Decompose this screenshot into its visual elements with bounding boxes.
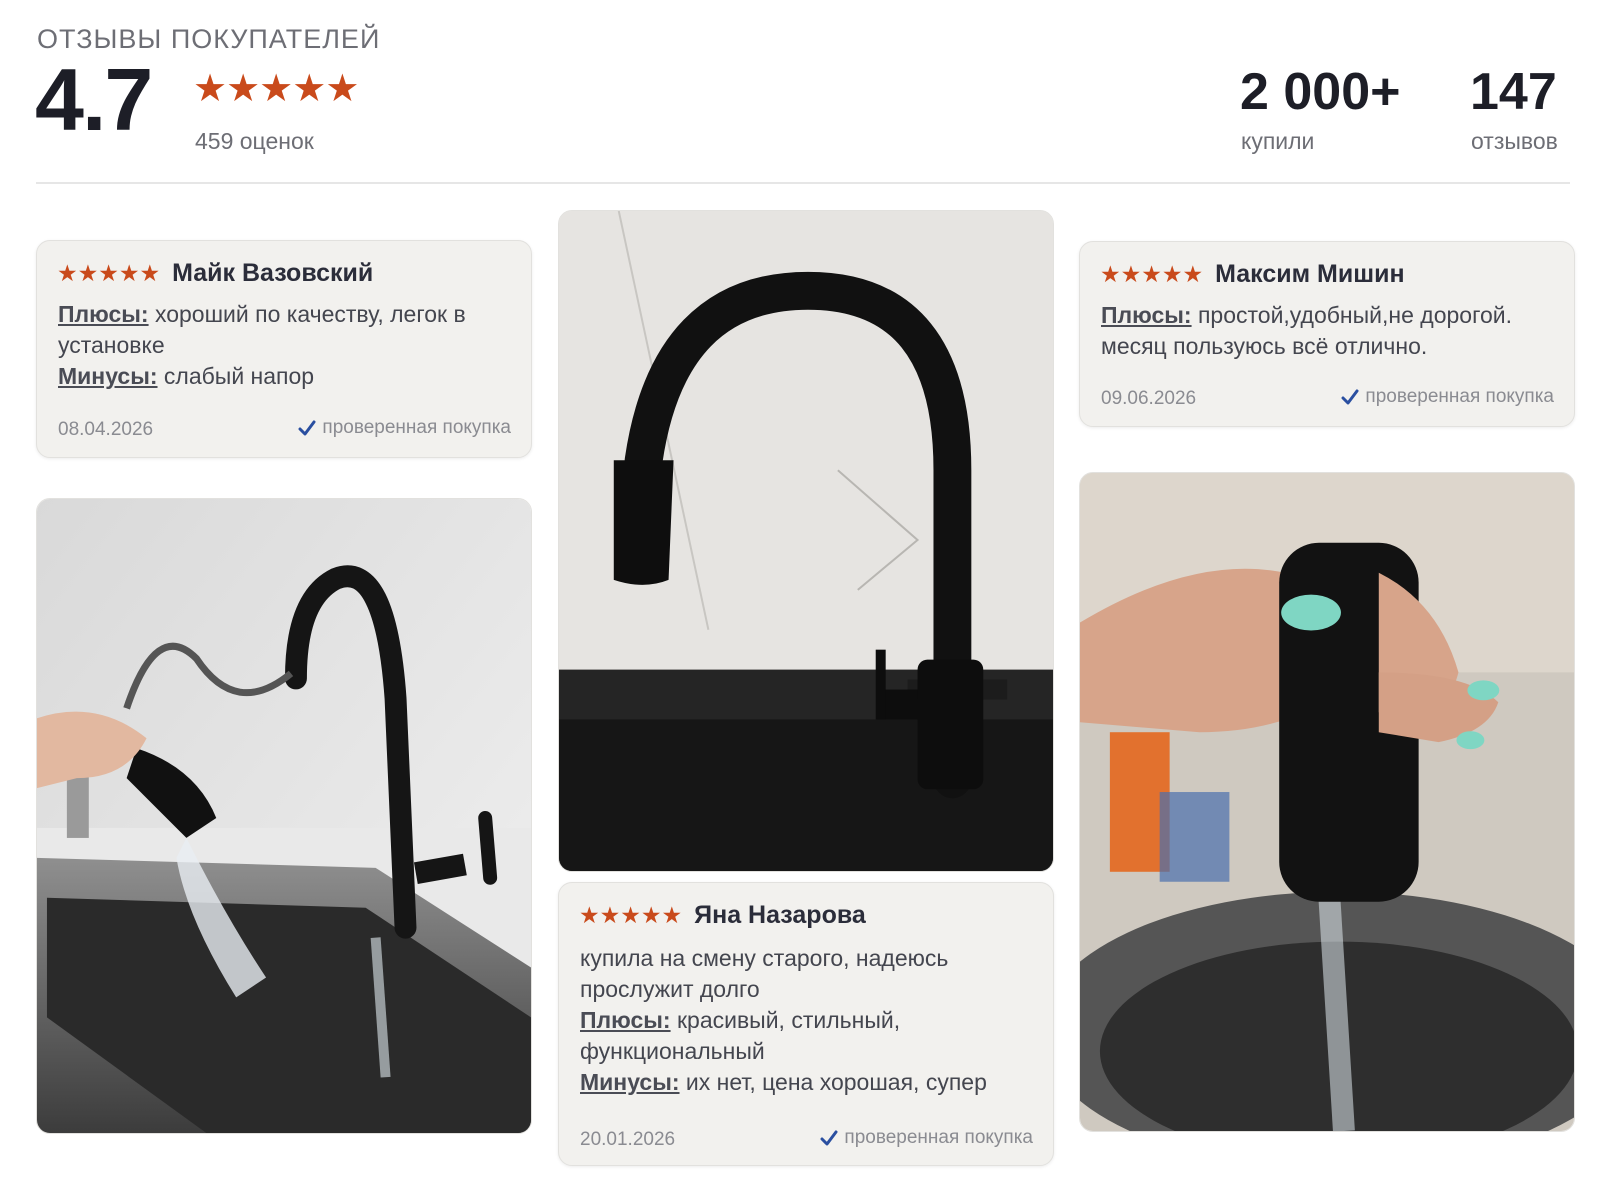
average-rating: 4.7 <box>35 50 153 149</box>
review-card[interactable]: ★ ★ ★ ★ ★ Яна Назарова купила на смену с… <box>558 882 1054 1166</box>
cons-label: Минусы: <box>580 1069 680 1095</box>
header-divider <box>36 182 1570 184</box>
star-icon: ★ <box>579 902 600 928</box>
review-card[interactable]: ★ ★ ★ ★ ★ Майк Вазовский Плюсы: хороший … <box>36 240 532 458</box>
star-icon: ★ <box>599 902 621 928</box>
star-icon: ★ <box>1120 261 1142 287</box>
review-date: 20.01.2026 <box>580 1129 676 1150</box>
check-icon <box>820 1130 838 1146</box>
star-icon: ★ <box>77 260 99 286</box>
review-photo-hand-spray[interactable] <box>1079 472 1575 1132</box>
cons-label: Минусы: <box>58 363 158 389</box>
star-icon: ★ <box>1141 261 1162 287</box>
star-icon: ★ <box>259 68 294 110</box>
pros-label: Плюсы: <box>58 301 149 327</box>
review-photo-faucet-sink[interactable] <box>36 498 532 1134</box>
black-faucet-installed-photo <box>559 211 1053 871</box>
bought-label: купили <box>1241 128 1315 154</box>
check-icon <box>298 420 316 436</box>
star-icon: ★ <box>193 68 228 110</box>
verified-purchase: проверенная покупка <box>820 1127 1033 1149</box>
cons-text: слабый напор <box>163 363 315 389</box>
average-rating-stars: ★ ★ ★ ★ ★ <box>193 68 360 110</box>
star-icon: ★ <box>325 68 360 110</box>
verified-purchase: проверенная покупка <box>1341 386 1554 408</box>
verified-label: проверенная покупка <box>844 1127 1033 1148</box>
verified-label: проверенная покупка <box>322 417 511 438</box>
cons-text: их нет, цена хорошая, супер <box>685 1069 987 1095</box>
check-icon <box>1341 389 1359 405</box>
review-pros: Плюсы: красивый, стильный, функциональны… <box>580 1005 1035 1067</box>
star-icon: ★ <box>620 902 641 928</box>
review-date: 09.06.2026 <box>1101 388 1197 409</box>
faucet-sink-spray-photo <box>37 499 531 1133</box>
review-header: ★ ★ ★ ★ ★ Яна Назарова <box>579 901 866 930</box>
review-author: Максим Мишин <box>1215 260 1405 288</box>
review-header: ★ ★ ★ ★ ★ Майк Вазовский <box>57 259 373 288</box>
review-author: Яна Назарова <box>694 901 866 929</box>
review-author: Майк Вазовский <box>172 259 374 287</box>
review-photo-black-faucet[interactable] <box>558 210 1054 872</box>
review-pros: Плюсы: простой,удобный,не дорогой. месяц… <box>1101 300 1556 362</box>
star-icon: ★ <box>640 902 662 928</box>
review-stars: ★ ★ ★ ★ ★ <box>57 262 160 285</box>
review-cons: Минусы: их нет, цена хорошая, супер <box>580 1067 1035 1098</box>
review-cons: Минусы: слабый напор <box>58 361 513 392</box>
review-pros: Плюсы: хороший по качеству, легок в уста… <box>58 299 513 361</box>
review-text: Плюсы: хороший по качеству, легок в уста… <box>58 299 513 392</box>
verified-purchase: проверенная покупка <box>298 417 511 439</box>
star-icon: ★ <box>661 902 683 928</box>
bought-count: 2 000+ <box>1240 63 1401 121</box>
star-icon: ★ <box>139 260 161 286</box>
review-comment: купила на смену старого, надеюсь прослуж… <box>580 945 949 1002</box>
review-date: 08.04.2026 <box>58 419 154 440</box>
reviews-count: 147 <box>1470 63 1557 121</box>
star-icon: ★ <box>98 260 119 286</box>
review-header: ★ ★ ★ ★ ★ Максим Мишин <box>1100 260 1405 289</box>
review-text: Плюсы: простой,удобный,не дорогой. месяц… <box>1101 300 1556 362</box>
star-icon: ★ <box>57 260 78 286</box>
pros-label: Плюсы: <box>580 1007 671 1033</box>
review-stars: ★ ★ ★ ★ ★ <box>579 904 682 927</box>
pros-label: Плюсы: <box>1101 302 1192 328</box>
star-icon: ★ <box>226 68 261 110</box>
star-icon: ★ <box>118 260 140 286</box>
review-card[interactable]: ★ ★ ★ ★ ★ Максим Мишин Плюсы: простой,уд… <box>1079 241 1575 427</box>
review-text: купила на смену старого, надеюсь прослуж… <box>580 943 1035 1098</box>
star-icon: ★ <box>1161 261 1183 287</box>
reviews-label: отзывов <box>1471 128 1558 154</box>
verified-label: проверенная покупка <box>1365 386 1554 407</box>
review-stars: ★ ★ ★ ★ ★ <box>1100 263 1203 286</box>
star-icon: ★ <box>1100 261 1121 287</box>
star-icon: ★ <box>1182 261 1204 287</box>
ratings-count: 459 оценок <box>195 128 314 154</box>
star-icon: ★ <box>292 68 327 110</box>
hand-holding-spray-head-photo <box>1080 473 1574 1131</box>
